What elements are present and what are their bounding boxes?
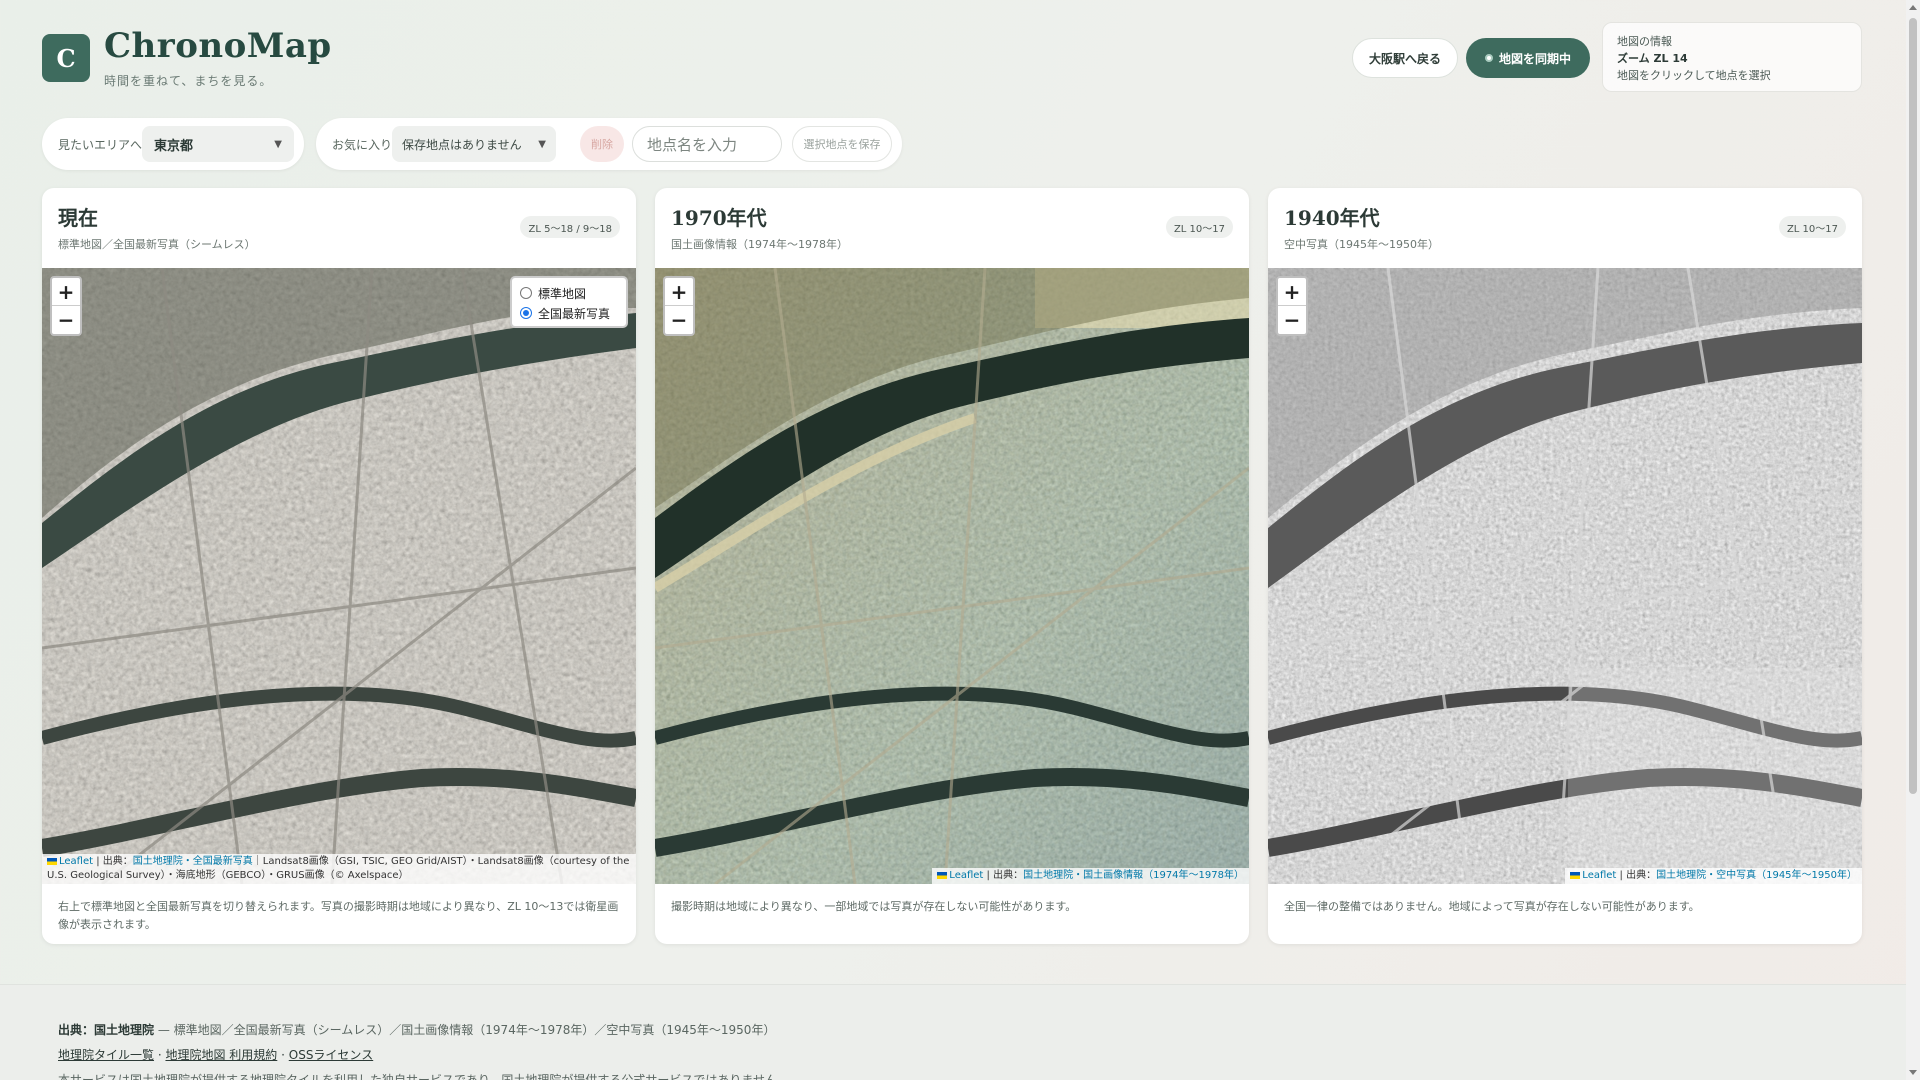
ukraine-flag-icon — [47, 857, 57, 865]
zoom-control: + − — [1276, 276, 1308, 336]
delete-favorite-button[interactable]: 削除 — [580, 126, 624, 162]
app-header: C ChronoMap 時間を重ねて、まちを見る。 大阪駅へ戻る 地図を同期中 … — [42, 22, 1862, 102]
panel-note: 全国一律の整備ではありません。地域によって写真が存在しない可能性があります。 — [1284, 900, 1700, 913]
area-select-value: 東京都 — [154, 138, 194, 154]
footer-disclaimer: 本サービスは国土地理院が提供する地理院タイルを利用した独自サービスであり、国土地… — [58, 1073, 790, 1080]
aerial-photo-current — [42, 268, 636, 884]
ukraine-flag-icon — [1570, 871, 1581, 879]
page-scrollbar[interactable] — [1906, 0, 1920, 1080]
panel-current: 現在 標準地図／全国最新写真（シームレス） ZL 5〜18 / 9〜18 + − — [42, 188, 636, 944]
map-attribution: Leaflet | 出典：国土地理院・国土画像情報（1974年〜1978年） — [932, 868, 1249, 884]
ukraine-flag-icon — [937, 871, 948, 879]
favorites-label: お気に入り — [332, 138, 393, 152]
favorites-select[interactable]: 保存地点はありません ▼ — [392, 126, 556, 162]
aerial-photo-1970s — [655, 268, 1249, 884]
aerial-photo-1940s — [1268, 268, 1862, 884]
app-title: ChronoMap — [104, 26, 332, 66]
chevron-down-icon: ▼ — [274, 138, 282, 150]
map-attribution: Leaflet | 出典：国土地理院・空中写真（1945年〜1950年） — [1565, 868, 1862, 884]
zoom-range-badge: ZL 5〜18 / 9〜18 — [520, 216, 620, 238]
layer-label: 標準地図 — [538, 286, 587, 301]
panel-note: 撮影時期は地域により異なり、一部地域では写真が存在しない可能性があります。 — [671, 900, 1077, 913]
scroll-down-icon[interactable] — [1909, 1070, 1917, 1075]
layer-option-standard[interactable]: 標準地図 — [520, 283, 618, 303]
area-select[interactable]: 東京都 ▼ — [142, 126, 294, 162]
area-label: 見たいエリアへ — [58, 138, 143, 152]
map-info-card: 地図の情報 ズーム ZL 14 地図をクリックして地点を選択 — [1602, 22, 1862, 92]
zoom-level: ズーム ZL 14 — [1617, 52, 1688, 65]
attribution-prefix: | 出典： — [93, 856, 133, 867]
attribution-prefix: | 出典： — [1616, 870, 1657, 881]
attribution-prefix: | 出典： — [983, 870, 1024, 881]
zoom-out-button[interactable]: − — [665, 306, 693, 334]
zoom-range-badge: ZL 10〜17 — [1778, 216, 1846, 238]
panel-subtitle: 空中写真（1945年〜1950年） — [1284, 238, 1439, 251]
leaflet-link[interactable]: Leaflet — [949, 870, 983, 881]
sync-label: 地図を同期中 — [1498, 51, 1571, 66]
map-current[interactable]: + − 標準地図 全国最新写真 Leaflet | 出典：国土地理院・全国最新写… — [42, 268, 636, 884]
sync-indicator-icon — [1484, 54, 1493, 62]
zoom-in-button[interactable]: + — [52, 278, 80, 306]
scroll-thumb[interactable] — [1909, 18, 1917, 794]
area-toolbar: 見たいエリアへ 東京都 ▼ — [42, 118, 304, 170]
footer-source-label: 出典：国土地理院 — [58, 1023, 155, 1037]
app-tagline: 時間を重ねて、まちを見る。 — [104, 74, 273, 88]
terms-link[interactable]: 地理院地図 利用規約 — [165, 1048, 277, 1062]
tiles-list-link[interactable]: 地理院タイル一覧 — [58, 1048, 154, 1062]
leaflet-link[interactable]: Leaflet — [59, 856, 93, 867]
place-name-input[interactable]: 地点名を入力 — [632, 126, 782, 162]
source-link[interactable]: 国土地理院・空中写真（1945年〜1950年） — [1656, 870, 1857, 881]
radio-photo-selected[interactable] — [520, 307, 532, 319]
source-link[interactable]: 国土地理院・全国最新写真 — [133, 856, 253, 867]
panel-1940s: 1940年代 空中写真（1945年〜1950年） ZL 10〜17 + − Le… — [1268, 188, 1862, 944]
sync-maps-button[interactable]: 地図を同期中 — [1466, 38, 1590, 78]
panel-subtitle: 標準地図／全国最新写真（シームレス） — [58, 238, 256, 251]
link-separator: · — [154, 1048, 166, 1062]
panel-title: 現在 — [58, 206, 98, 230]
map-attribution: Leaflet | 出典：国土地理院・全国最新写真｜Landsat8画像（GSI… — [42, 854, 636, 884]
leaflet-link[interactable]: Leaflet — [1582, 870, 1616, 881]
source-link[interactable]: 国土地理院・国土画像情報（1974年〜1978年） — [1023, 870, 1244, 881]
map-1940s[interactable]: + − Leaflet | 出典：国土地理院・空中写真（1945年〜1950年） — [1268, 268, 1862, 884]
favorites-toolbar: お気に入り 保存地点はありません ▼ 削除 地点名を入力 選択地点を保存 — [316, 118, 902, 170]
oss-license-link[interactable]: OSSライセンス — [289, 1048, 373, 1062]
panel-title: 1940年代 — [1284, 206, 1380, 230]
zoom-control: + − — [663, 276, 695, 336]
favorites-select-value: 保存地点はありません — [402, 137, 522, 152]
zoom-out-button[interactable]: − — [52, 306, 80, 334]
zoom-range-badge: ZL 10〜17 — [1165, 216, 1233, 238]
zoom-control: + − — [50, 276, 82, 336]
footer-links: 地理院タイル一覧 · 地理院地図 利用規約 · OSSライセンス — [58, 1046, 373, 1063]
page-footer: 出典：国土地理院 — 標準地図／全国最新写真（シームレス）／国土画像情報（197… — [0, 984, 1906, 1080]
map-1970s[interactable]: + − Leaflet | 出典：国土地理院・国土画像情報（1974年〜1978… — [655, 268, 1249, 884]
layer-label: 全国最新写真 — [538, 306, 611, 321]
save-location-button[interactable]: 選択地点を保存 — [792, 126, 892, 162]
zoom-in-button[interactable]: + — [665, 278, 693, 306]
back-to-osaka-button[interactable]: 大阪駅へ戻る — [1352, 38, 1458, 78]
chevron-down-icon: ▼ — [538, 138, 546, 150]
info-hint: 地図をクリックして地点を選択 — [1617, 69, 1771, 82]
layer-option-photo[interactable]: 全国最新写真 — [520, 303, 618, 323]
radio-standard[interactable] — [520, 287, 532, 299]
layer-switcher: 標準地図 全国最新写真 — [510, 276, 628, 328]
footer-source: 出典：国土地理院 — 標準地図／全国最新写真（シームレス）／国土画像情報（197… — [58, 1021, 775, 1038]
app-logo: C — [42, 34, 90, 82]
panel-1970s: 1970年代 国土画像情報（1974年〜1978年） ZL 10〜17 + − … — [655, 188, 1249, 944]
panel-note: 右上で標準地図と全国最新写真を切り替えられます。写真の撮影時期は地域により異なり… — [58, 900, 619, 931]
link-separator: · — [277, 1048, 289, 1062]
panel-subtitle: 国土画像情報（1974年〜1978年） — [671, 238, 848, 251]
zoom-in-button[interactable]: + — [1278, 278, 1306, 306]
panel-title: 1970年代 — [671, 206, 767, 230]
info-title: 地図の情報 — [1617, 35, 1672, 48]
scroll-up-icon[interactable] — [1909, 5, 1917, 10]
zoom-out-button[interactable]: − — [1278, 306, 1306, 334]
footer-source-text: — 標準地図／全国最新写真（シームレス）／国土画像情報（1974年〜1978年）… — [154, 1023, 776, 1037]
